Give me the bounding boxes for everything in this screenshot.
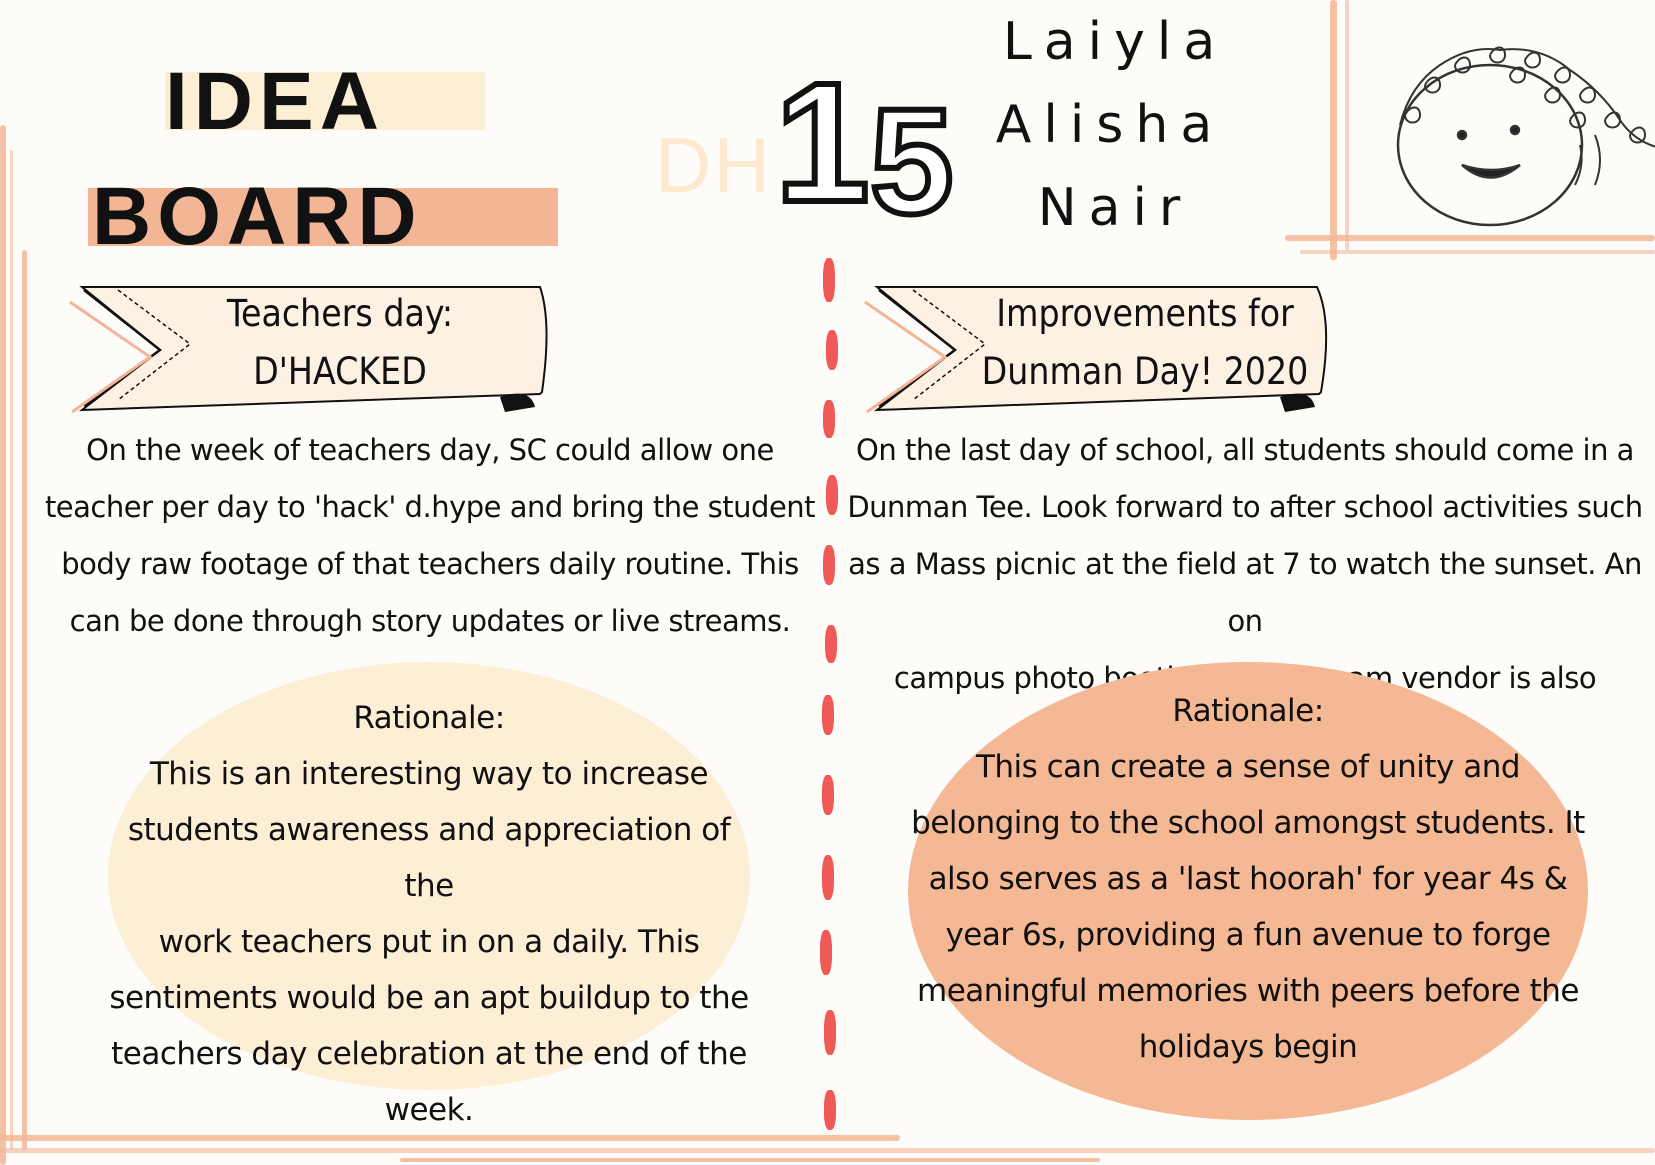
left-description: On the week of teachers day, SC could al…: [40, 422, 820, 650]
left-rationale-line: sentiments would be an apt buildup to th…: [109, 980, 749, 1016]
doodle-face-icon: [1396, 46, 1655, 227]
right-rationale-line: meaningful memories with peers before th…: [917, 973, 1579, 1009]
badge-digit-1: 1: [772, 45, 873, 241]
right-rationale-line: holidays begin: [1138, 1029, 1358, 1065]
author-middle-name: Alisha: [995, 95, 1225, 155]
left-rationale-line: work teachers put in on a daily. This: [158, 924, 700, 960]
badge-digit-2: 5: [867, 74, 956, 248]
left-description-line: On the week of teachers day, SC could al…: [86, 433, 774, 467]
left-banner-title: Teachers day: D'HACKED: [180, 285, 500, 401]
left-rationale-line: This is an interesting way to increase: [149, 756, 709, 792]
author-last-name: Nair: [1037, 178, 1193, 238]
title-line-1: IDEA: [165, 56, 385, 147]
left-banner-line-2: D'HACKED: [253, 350, 427, 393]
right-banner-line-1: Improvements for: [996, 292, 1294, 335]
right-banner-line-2: Dunman Day! 2020: [981, 350, 1309, 393]
right-rationale: Rationale: This can create a sense of un…: [908, 683, 1588, 1075]
right-rationale-line: year 6s, providing a fun avenue to forge: [945, 917, 1551, 953]
author-first-name: Laiyla: [1002, 12, 1228, 72]
badge-prefix: DH: [655, 121, 772, 209]
left-rationale-heading: Rationale:: [353, 700, 505, 736]
left-rationale: Rationale: This is an interesting way to…: [108, 690, 750, 1138]
right-rationale-line: This can create a sense of unity and: [975, 749, 1521, 785]
right-rationale-line: also serves as a 'last hoorah' for year …: [928, 861, 1568, 897]
left-description-line: teacher per day to 'hack' d.hype and bri…: [44, 490, 816, 524]
left-rationale-line: students awareness and appreciation of t…: [127, 812, 731, 904]
left-rationale-line: teachers day celebration at the end of t…: [111, 1036, 747, 1072]
right-description-line: as a Mass picnic at the field at 7 to wa…: [848, 547, 1642, 638]
right-description-line: On the last day of school, all students …: [856, 433, 1634, 467]
right-banner-title: Improvements for Dunman Day! 2020: [960, 285, 1330, 401]
right-rationale-heading: Rationale:: [1172, 693, 1324, 729]
left-description-line: body raw footage of that teachers daily …: [61, 547, 799, 581]
right-description-line: Dunman Tee. Look forward to after school…: [847, 490, 1643, 524]
right-rationale-line: belonging to the school amongst students…: [911, 805, 1585, 841]
left-description-line: can be done through story updates or liv…: [69, 604, 791, 638]
left-rationale-line: week.: [384, 1092, 474, 1128]
title-line-2: BOARD: [92, 171, 423, 262]
left-banner-line-1: Teachers day:: [226, 292, 454, 335]
